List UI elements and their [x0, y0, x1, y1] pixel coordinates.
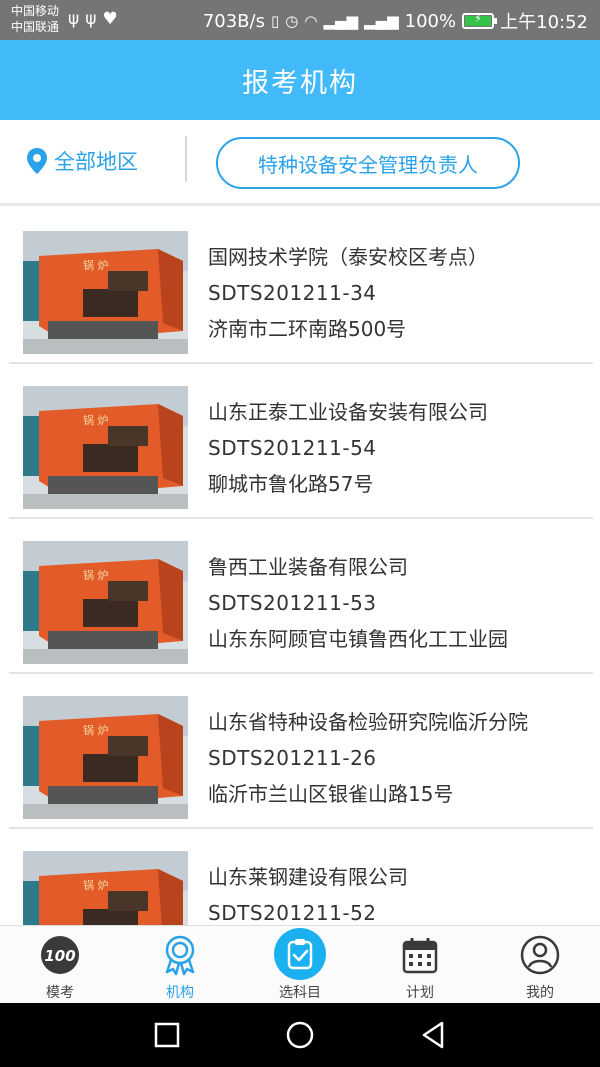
tab-mine[interactable]: 我的	[480, 926, 600, 1003]
battery-icon: ⚡	[462, 12, 498, 29]
usb-icon: ψ	[68, 9, 86, 29]
tab-mock-exam[interactable]: 100 模考	[0, 926, 120, 1003]
institution-address: 济南市二环南路500号	[208, 317, 407, 341]
boiler-thumbnail: 锅 炉	[23, 541, 188, 664]
calendar-icon	[402, 938, 438, 974]
institution-badge-icon	[165, 935, 195, 976]
category-label: 特种设备安全管理负责人	[258, 152, 478, 177]
boiler-thumbnail: 锅 炉	[23, 386, 188, 509]
wifi-icon: ◠	[304, 12, 318, 30]
usb-icon: ψ	[85, 9, 103, 29]
select-subject-icon	[287, 939, 313, 970]
app-header: 报考机构	[0, 40, 600, 120]
score-100-icon: 100	[41, 936, 79, 974]
institution-code: SDTS201211-53	[208, 591, 377, 615]
status-right: 703B/s ▯ ◷ ◠ ▂▄▆ ▂▄▆ 100% ⚡ 上午10:52	[203, 8, 588, 34]
institution-name: 山东正泰工业设备安装有限公司	[208, 400, 488, 424]
institution-list: 锅 炉 国网技术学院（泰安校区考点） SDTS201211-34 济南市二环南路…	[0, 209, 600, 925]
tab-institution[interactable]: 机构	[120, 926, 240, 1003]
svg-text:锅 炉: 锅 炉	[83, 259, 109, 272]
institution-name: 鲁西工业装备有限公司	[208, 555, 408, 579]
carrier-2: 中国联通	[11, 20, 60, 34]
institution-code: SDTS201211-34	[208, 281, 377, 305]
tab-label: 计划	[406, 985, 434, 1001]
battery-percent: 100%	[404, 10, 457, 32]
institution-address: 聊城市鲁化路57号	[208, 472, 374, 496]
institution-code: SDTS201211-54	[208, 436, 377, 460]
carrier-info: 中国移动 中国联通	[11, 3, 59, 35]
category-filter-button[interactable]: 特种设备安全管理负责人	[216, 137, 520, 189]
filter-divider	[185, 136, 187, 182]
notification-icons: ψψ♥	[68, 9, 124, 29]
list-item[interactable]: 锅 炉 山东莱钢建设有限公司 SDTS201211-52	[9, 829, 593, 925]
institution-name: 山东省特种设备检验研究院临沂分院	[208, 710, 528, 734]
net-speed: 703B/s	[202, 10, 265, 32]
boiler-thumbnail: 锅 炉	[23, 851, 188, 925]
signal-4g-icon: ▂▄▆	[364, 12, 399, 30]
clock: 上午10:52	[500, 12, 588, 33]
boiler-thumbnail: 锅 炉	[23, 231, 188, 354]
svg-text:锅 炉: 锅 炉	[83, 879, 109, 892]
institution-name: 国网技术学院（泰安校区考点）	[208, 245, 488, 269]
institution-address: 临沂市兰山区银雀山路15号	[208, 782, 454, 806]
svg-text:锅 炉: 锅 炉	[83, 724, 109, 737]
bottom-tab-bar: 100 模考 机构 选科目 计划 我的	[0, 925, 600, 1003]
svg-text:锅 炉: 锅 炉	[83, 414, 109, 427]
filter-bar: 全部地区 特种设备安全管理负责人	[0, 120, 600, 206]
back-icon[interactable]	[418, 1019, 450, 1051]
boiler-thumbnail: 锅 炉	[23, 696, 188, 819]
institution-address: 山东东阿顾官屯镇鲁西化工工业园	[208, 627, 508, 651]
list-item[interactable]: 锅 炉 鲁西工业装备有限公司 SDTS201211-53 山东东阿顾官屯镇鲁西化…	[9, 519, 593, 674]
tab-plan[interactable]: 计划	[360, 926, 480, 1003]
location-pin-icon	[27, 148, 47, 174]
region-filter[interactable]: 全部地区	[26, 146, 138, 176]
status-bar: 中国移动 中国联通 ψψ♥ 703B/s ▯ ◷ ◠ ▂▄▆ ▂▄▆ 100% …	[0, 0, 600, 40]
svg-text:100: 100	[44, 947, 75, 965]
institution-code: SDTS201211-26	[208, 746, 377, 770]
tab-label: 选科目	[279, 985, 321, 1001]
svg-text:锅 炉: 锅 炉	[83, 569, 109, 582]
tab-label: 我的	[526, 985, 554, 1001]
system-nav-bar	[0, 1003, 600, 1067]
user-profile-icon	[520, 935, 560, 975]
tab-label: 模考	[46, 985, 74, 1001]
list-item[interactable]: 锅 炉 山东省特种设备检验研究院临沂分院 SDTS201211-26 临沂市兰山…	[9, 674, 593, 829]
list-item[interactable]: 锅 炉 国网技术学院（泰安校区考点） SDTS201211-34 济南市二环南路…	[9, 209, 593, 364]
heart-rate-icon: ♥	[102, 9, 124, 29]
page-title: 报考机构	[242, 67, 358, 99]
home-icon[interactable]	[284, 1019, 316, 1051]
region-label: 全部地区	[54, 150, 138, 174]
institution-name: 山东莱钢建设有限公司	[208, 865, 408, 889]
institution-code: SDTS201211-52	[208, 901, 377, 925]
carrier-1: 中国移动	[11, 4, 60, 18]
tab-label: 机构	[166, 985, 194, 1001]
recent-apps-icon[interactable]	[151, 1019, 183, 1051]
alarm-icon: ◷	[285, 12, 299, 30]
signal-2g-icon: ▂▄▆	[323, 12, 359, 30]
list-item[interactable]: 锅 炉 山东正泰工业设备安装有限公司 SDTS201211-54 聊城市鲁化路5…	[9, 364, 593, 519]
vibrate-icon: ▯	[270, 12, 280, 30]
tab-select-subject[interactable]: 选科目	[240, 926, 360, 1003]
